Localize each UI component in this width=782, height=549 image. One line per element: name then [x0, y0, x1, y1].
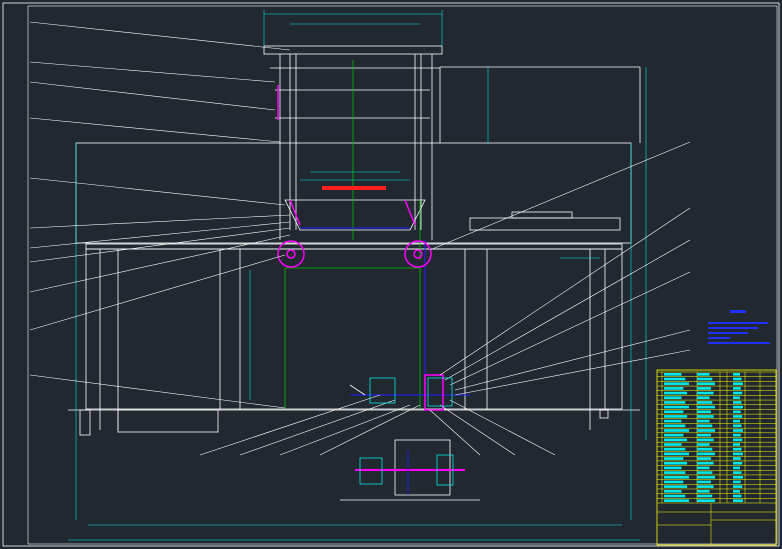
parts-list-cell-text [733, 401, 742, 404]
red-platform [322, 186, 386, 190]
parts-list-cell-text [664, 377, 686, 381]
parts-list-cell-text [664, 410, 684, 414]
parts-list-cell-text [664, 480, 684, 484]
parts-list-cell-text [733, 475, 743, 479]
parts-list-cell-text [697, 489, 710, 493]
parts-list-cell-text [733, 471, 742, 474]
parts-list-cell-text [733, 480, 741, 484]
parts-list-cell-text [664, 452, 689, 456]
parts-list-cell-text [733, 447, 742, 451]
parts-list-cell-text [664, 499, 689, 502]
parts-list-cell-text [697, 466, 710, 470]
parts-list-cell-text [697, 419, 710, 423]
parts-list-cell-text [697, 438, 714, 442]
parts-list-cell-text [664, 415, 688, 418]
parts-list-cell-text [697, 471, 713, 474]
parts-list-cell-text [664, 387, 684, 390]
parts-list-cell-text [664, 429, 689, 432]
parts-list-cell-text [664, 485, 688, 488]
parts-list-cell-text [733, 405, 743, 409]
parts-list-cell-text [697, 480, 711, 484]
parts-list-cell-text [733, 443, 740, 446]
parts-list-cell-text [733, 387, 741, 390]
parts-list-cell-text [697, 373, 710, 376]
parts-list-cell-text [664, 489, 682, 493]
parts-list-cell-text [733, 373, 740, 376]
parts-list-cell-text [664, 443, 682, 446]
parts-list-cell-text [733, 466, 740, 470]
parts-list-cell-text [664, 391, 688, 395]
parts-list-cell-text [697, 415, 714, 418]
parts-list-cell-text [733, 433, 741, 437]
parts-list-cell-text [697, 429, 715, 432]
parts-list-cell-text [733, 424, 742, 428]
parts-list-cell-text [733, 489, 740, 493]
parts-list-cell-text [733, 457, 741, 460]
parts-list-cell-text [733, 419, 740, 423]
parts-list-cell-text [697, 424, 713, 428]
parts-list-cell-text [664, 373, 682, 376]
parts-list-cell-text [664, 475, 689, 479]
cad-drawing [0, 0, 782, 549]
parts-list-cell-text [733, 485, 743, 488]
parts-list-cell-text [697, 410, 711, 414]
parts-list-cell-text [664, 461, 688, 465]
parts-list-cell-text [664, 457, 684, 460]
parts-list-cell-text [733, 382, 743, 386]
parts-list-cell-text [664, 433, 684, 437]
parts-list-cell-text [664, 438, 688, 442]
parts-list-cell-text [697, 485, 714, 488]
parts-list-cell-text [697, 452, 715, 456]
parts-list-cell-text [697, 396, 710, 400]
parts-list-cell-text [697, 405, 715, 409]
parts-list-cell-text [697, 457, 711, 460]
parts-list-cell-text [664, 396, 682, 400]
parts-list-cell-text [697, 391, 714, 395]
parts-list-cell-text [697, 382, 715, 386]
parts-list-cell-text [733, 452, 743, 456]
parts-list-cell-text [664, 405, 689, 409]
parts-list-cell-text [664, 424, 686, 428]
parts-list-cell-text [733, 429, 743, 432]
parts-list-cell-text [697, 387, 711, 390]
parts-list-cell-text [733, 461, 743, 465]
parts-list-cell-text [697, 377, 713, 381]
parts-list-cell-text [697, 461, 714, 465]
parts-list-cell-text [697, 475, 715, 479]
parts-list-cell-text [664, 447, 686, 451]
parts-list-cell-text [733, 415, 743, 418]
parts-list-cell-text [733, 396, 740, 400]
parts-list-cell-text [733, 499, 743, 502]
parts-list-cell-text [697, 401, 713, 404]
parts-list-cell-text [664, 419, 682, 423]
parts-list-cell-text [664, 382, 689, 386]
parts-list-cell-text [733, 410, 741, 414]
parts-list-cell-text [733, 391, 743, 395]
parts-list-cell-text [697, 499, 715, 502]
parts-list-cell-text [664, 471, 686, 474]
parts-list-cell-text [733, 438, 743, 442]
parts-list-cell-text [664, 494, 686, 498]
parts-list-cell-text [664, 466, 682, 470]
parts-list-cell-text [733, 377, 742, 381]
parts-list-cell-text [697, 494, 713, 498]
parts-list-cell-text [697, 433, 711, 437]
parts-list-cell-text [697, 443, 710, 446]
parts-list-cell-text [664, 401, 686, 404]
parts-list-cell-text [697, 447, 713, 451]
parts-list-cell-text [733, 494, 742, 498]
